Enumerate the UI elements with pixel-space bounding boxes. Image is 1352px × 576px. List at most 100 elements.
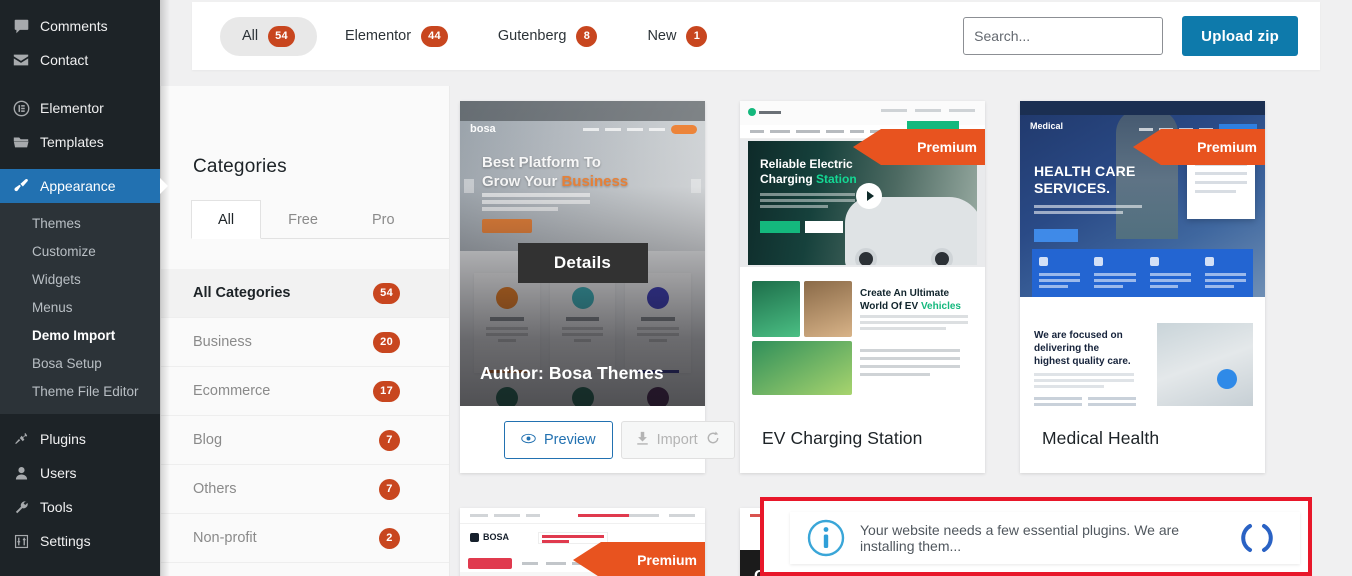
theme-thumbnail[interactable]: bosa Best Platform To Grow Your Business [460, 101, 705, 406]
category-label: All Categories [193, 285, 291, 301]
appearance-submenu: Themes Customize Widgets Menus Demo Impo… [0, 203, 160, 414]
details-overlay-button[interactable]: Details [517, 243, 648, 283]
sidebar-item-label: Settings [40, 533, 91, 549]
sidebar-item-label: Appearance [40, 178, 116, 194]
category-row-all-categories[interactable]: All Categories 54 [161, 269, 449, 318]
submenu-item-demo-import[interactable]: Demo Import [0, 322, 160, 350]
sidebar-item-contact[interactable]: Contact [0, 43, 160, 77]
categories-tab-all[interactable]: All [191, 200, 262, 239]
sidebar-item-label: Users [40, 465, 77, 481]
category-row-ecommerce[interactable]: Ecommerce 17 [161, 367, 449, 416]
filter-bar: All 54 Elementor 44 Gutenberg 8 New 1 Se… [192, 2, 1320, 70]
theme-card-actions: Preview Import [460, 407, 735, 473]
category-count: 17 [373, 380, 400, 402]
filter-tab-label: New [647, 28, 677, 44]
submenu-item-themes[interactable]: Themes [0, 210, 160, 238]
sidebar-mid-group: Elementor Templates [0, 77, 160, 159]
search-input[interactable] [974, 28, 1153, 44]
filter-tab-label: Elementor [344, 28, 412, 44]
refresh-spinner-icon [706, 431, 720, 449]
demo-import-content: All 54 Elementor 44 Gutenberg 8 New 1 Se… [160, 0, 1352, 576]
categories-title: Categories [193, 156, 287, 177]
sidebar-item-users[interactable]: Users [0, 456, 160, 490]
submenu-item-bosa-setup[interactable]: Bosa Setup [0, 350, 160, 378]
admin-sidebar: Comments Contact Elementor Templates App… [0, 0, 160, 576]
theme-card-bosa-shop[interactable]: BOSA Premium [460, 508, 705, 576]
submenu-item-menus[interactable]: Menus [0, 294, 160, 322]
theme-card-agency[interactable]: bosa Best Platform To Grow Your Business [460, 101, 735, 473]
filter-tab-label: All [242, 28, 259, 44]
sidebar-item-elementor[interactable]: Elementor [0, 91, 160, 125]
mock-logo: Medical [1030, 121, 1064, 131]
filter-tab-elementor[interactable]: Elementor 44 [323, 17, 470, 56]
upload-zip-button[interactable]: Upload zip [1182, 16, 1298, 56]
filter-tab-count: 54 [268, 25, 295, 47]
plugin-install-notification-highlight: Your website needs a few essential plugi… [760, 497, 1312, 576]
preview-button[interactable]: Preview [504, 421, 613, 459]
submenu-item-customize[interactable]: Customize [0, 238, 160, 266]
category-row-non-profit[interactable]: Non-profit 2 [161, 514, 449, 563]
download-icon [636, 431, 649, 449]
mock-logo: BOSA [483, 532, 510, 542]
wordpress-admin-screen: Comments Contact Elementor Templates App… [0, 0, 1352, 576]
categories-tab-free[interactable]: Free [261, 200, 345, 239]
category-row-blog[interactable]: Blog 7 [161, 416, 449, 465]
theme-title: EV Charging Station [762, 428, 923, 448]
submenu-item-theme-file-editor[interactable]: Theme File Editor [0, 378, 160, 406]
filter-tab-all[interactable]: All 54 [220, 16, 317, 56]
category-row-business[interactable]: Business 20 [161, 318, 449, 367]
filter-tab-count: 1 [686, 25, 708, 47]
sidebar-item-collapse-menu[interactable]: Collapse menu [0, 568, 160, 576]
sidebar-bottom-group: Plugins Users Tools Settings [0, 422, 160, 576]
category-row-portfolio[interactable]: Portfolio 1 [161, 563, 449, 576]
sidebar-item-label: Comments [40, 18, 108, 34]
sidebar-item-label: Contact [40, 52, 89, 68]
categories-list: All Categories 54 Business 20 Ecommerce … [161, 269, 449, 576]
import-button[interactable]: Import [620, 421, 735, 459]
category-label: Non-profit [193, 530, 257, 546]
plugin-install-notification: Your website needs a few essential plugi… [790, 512, 1300, 564]
sidebar-item-comments[interactable]: Comments [0, 9, 160, 43]
preview-label: Preview [544, 432, 596, 448]
categories-tab-pro[interactable]: Pro [345, 200, 422, 239]
sliders-icon [11, 531, 31, 551]
wrench-icon [11, 497, 31, 517]
sidebar-item-label: Elementor [40, 100, 104, 116]
plug-icon [11, 429, 31, 449]
submenu-item-widgets[interactable]: Widgets [0, 266, 160, 294]
sidebar-item-tools[interactable]: Tools [0, 490, 160, 524]
category-label: Others [193, 481, 237, 497]
sidebar-item-settings[interactable]: Settings [0, 524, 160, 558]
filter-tab-gutenberg[interactable]: Gutenberg 8 [476, 17, 620, 56]
category-row-others[interactable]: Others 7 [161, 465, 449, 514]
theme-thumbnail[interactable]: BOSA Premium [460, 508, 705, 576]
category-count: 2 [379, 527, 400, 549]
category-label: Blog [193, 432, 223, 448]
theme-thumbnail[interactable]: Reliable Electric Charging Station Creat… [740, 101, 985, 406]
folder-icon [11, 132, 31, 152]
theme-thumbnail[interactable]: Medical HEALTH CARE SERVICES. We are foc… [1020, 101, 1265, 406]
search-box[interactable] [963, 17, 1164, 55]
mail-icon [11, 50, 31, 70]
user-icon [11, 463, 31, 483]
category-label: Business [193, 334, 252, 350]
sidebar-item-plugins[interactable]: Plugins [0, 422, 160, 456]
sidebar-item-templates[interactable]: Templates [0, 125, 160, 159]
category-label: Ecommerce [193, 383, 271, 399]
filter-tab-count: 8 [576, 25, 598, 47]
category-count: 54 [373, 282, 400, 304]
sidebar-top-group: Comments Contact [0, 0, 160, 77]
notification-message: Your website needs a few essential plugi… [860, 522, 1180, 554]
sidebar-item-appearance[interactable]: Appearance [0, 169, 160, 203]
mock-section-title: We are focused on delivering the highest… [1034, 330, 1131, 367]
premium-ribbon: Premium [1133, 129, 1265, 174]
filter-tab-new[interactable]: New 1 [625, 17, 729, 56]
premium-ribbon: Premium [853, 129, 985, 174]
import-label: Import [656, 432, 698, 448]
sidebar-item-label: Tools [40, 499, 73, 515]
theme-card-medical-health[interactable]: Medical HEALTH CARE SERVICES. We are foc… [1020, 101, 1265, 473]
theme-author: Author: Bosa Themes [480, 363, 664, 383]
theme-card-ev-charging-station[interactable]: Reliable Electric Charging Station Creat… [740, 101, 985, 473]
premium-ribbon: Premium [573, 542, 705, 576]
categories-tabs: All Free Pro [191, 200, 449, 239]
